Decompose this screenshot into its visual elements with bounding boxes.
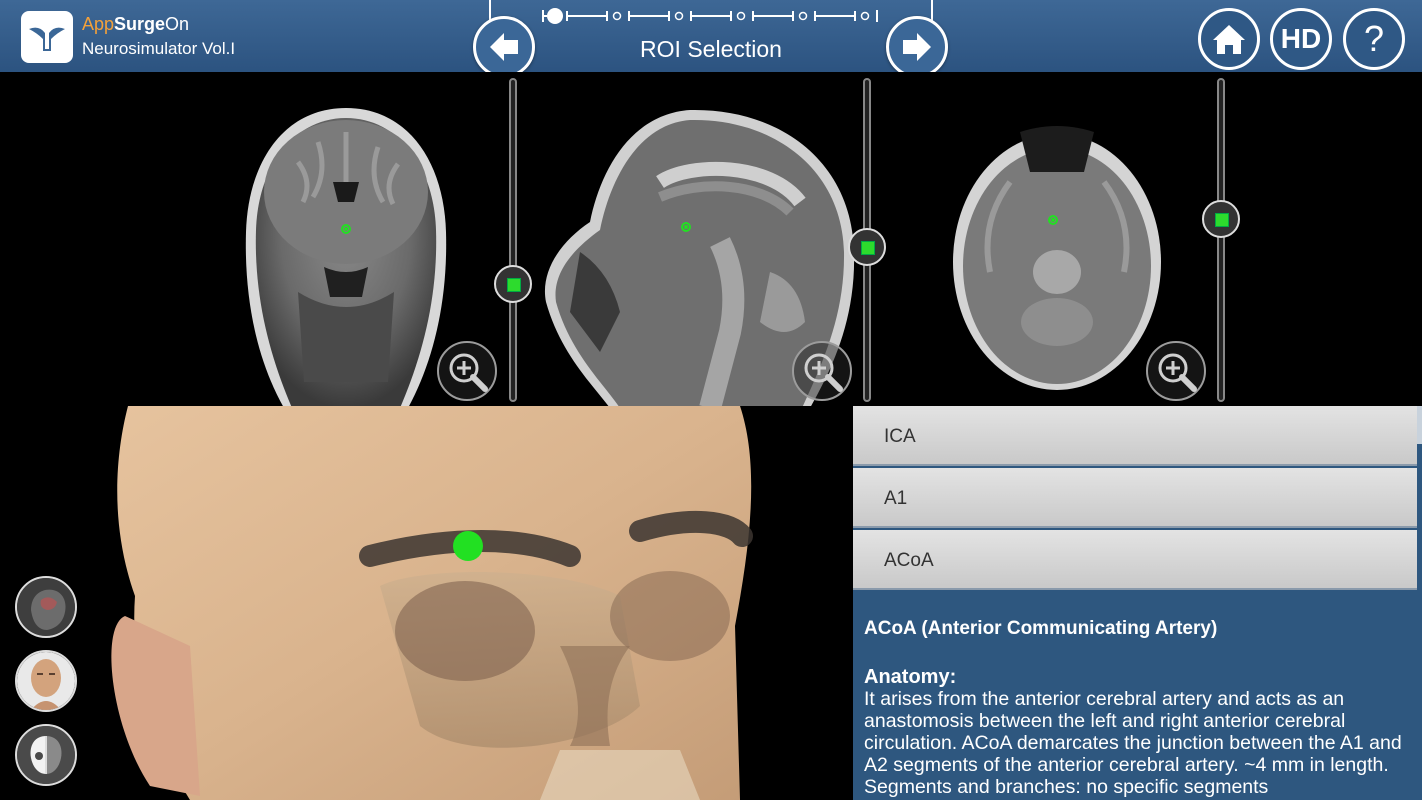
right-arrow-icon bbox=[903, 33, 931, 61]
help-button[interactable]: ? bbox=[1343, 8, 1405, 70]
step-progress bbox=[542, 8, 878, 24]
description-body: It arises from the anterior cerebral art… bbox=[864, 688, 1402, 798]
skin-view-toggle[interactable] bbox=[15, 650, 77, 712]
description-title: ACoA (Anterior Communicating Artery) bbox=[864, 618, 1218, 639]
stepper-connector bbox=[566, 11, 608, 21]
app-subtitle: Neurosimulator Vol.I bbox=[82, 39, 236, 58]
brand-app-text: App bbox=[82, 14, 115, 34]
face-head-icon bbox=[17, 652, 75, 710]
step-panel: ROI Selection bbox=[489, 0, 933, 75]
step-title: ROI Selection bbox=[640, 36, 782, 62]
top-bar: AppSurgeOn Neurosimulator Vol.I ROI Sele… bbox=[0, 0, 1422, 78]
head-3d-view[interactable] bbox=[0, 406, 853, 800]
roi-marker[interactable] bbox=[453, 531, 483, 561]
artery-panel: ICA A1 ACoA ACoA (Anterior Communicating… bbox=[853, 406, 1422, 800]
skull-view-toggle[interactable] bbox=[15, 724, 77, 786]
sagittal-slider-handle[interactable] bbox=[848, 228, 886, 266]
coronal-zoom-in-icon[interactable] bbox=[436, 340, 498, 402]
list-item-label: ACoA bbox=[884, 550, 934, 571]
home-icon bbox=[1213, 25, 1245, 54]
axial-slice-slider[interactable] bbox=[1217, 78, 1225, 402]
stepper-connector bbox=[690, 11, 732, 21]
hd-button[interactable]: HD bbox=[1270, 8, 1332, 70]
sagittal-zoom-in-icon[interactable] bbox=[791, 340, 853, 402]
head-3d-render[interactable] bbox=[0, 406, 853, 800]
left-arrow-icon bbox=[490, 33, 518, 61]
skull-head-icon bbox=[17, 726, 75, 784]
app-logo-icon[interactable] bbox=[21, 11, 73, 63]
list-item-acoa[interactable]: ACoA bbox=[853, 530, 1417, 590]
stepper-connector bbox=[752, 11, 794, 21]
mri-views bbox=[0, 72, 1422, 408]
list-item-label: A1 bbox=[884, 488, 908, 509]
brain-head-icon bbox=[17, 578, 75, 636]
next-step-button[interactable] bbox=[886, 16, 948, 78]
stepper-dot bbox=[736, 11, 746, 21]
brand-surge-text: Surge bbox=[114, 14, 166, 34]
axial-zoom-in-icon[interactable] bbox=[1145, 340, 1207, 402]
stepper-dot bbox=[798, 11, 808, 21]
home-button[interactable] bbox=[1198, 8, 1260, 70]
brand-on-text: On bbox=[165, 14, 190, 34]
coronal-slice-slider[interactable] bbox=[509, 78, 517, 402]
description-section-heading: Anatomy: bbox=[864, 666, 957, 688]
stepper-dot-active bbox=[547, 8, 563, 24]
axial-mri-image[interactable] bbox=[950, 122, 1164, 392]
stepper-dot bbox=[860, 11, 870, 21]
brain-view-toggle[interactable] bbox=[15, 576, 77, 638]
axial-slider-handle[interactable] bbox=[1202, 200, 1240, 238]
stepper-connector bbox=[814, 11, 856, 21]
list-scrollbar[interactable] bbox=[1417, 406, 1422, 444]
list-item-ica[interactable]: ICA bbox=[853, 406, 1417, 466]
artery-description: ACoA (Anterior Communicating Artery) Ana… bbox=[864, 618, 1416, 798]
stepper-dot bbox=[612, 11, 622, 21]
coronal-slider-handle[interactable] bbox=[494, 265, 532, 303]
stepper-left-bracket bbox=[542, 10, 547, 22]
stepper-connector bbox=[628, 11, 670, 21]
app-brand: AppSurgeOn bbox=[82, 14, 189, 35]
list-item-label: ICA bbox=[884, 426, 916, 447]
stepper-dot bbox=[674, 11, 684, 21]
list-item-a1[interactable]: A1 bbox=[853, 468, 1417, 528]
coronal-mri-image[interactable] bbox=[238, 102, 454, 408]
app-root: AppSurgeOn Neurosimulator Vol.I ROI Sele… bbox=[0, 0, 1422, 800]
previous-step-button[interactable] bbox=[473, 16, 535, 78]
